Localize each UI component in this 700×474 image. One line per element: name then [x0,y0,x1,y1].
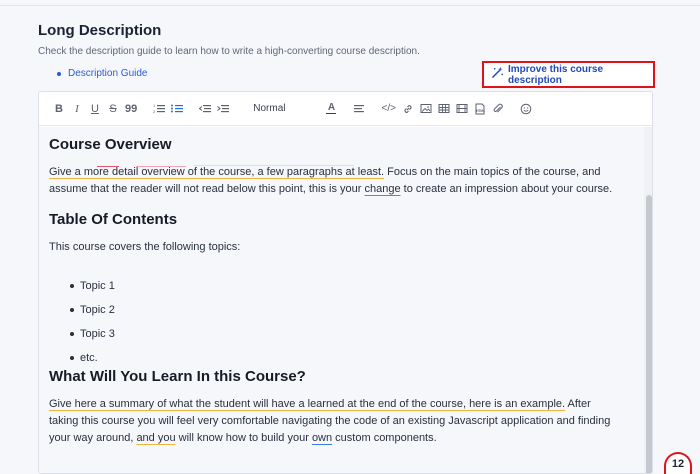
description-guide-link[interactable]: Description Guide [57,68,147,79]
table-icon[interactable] [438,100,450,118]
heading-what-you-learn: What Will You Learn In this Course? [49,368,306,385]
section-title: Long Description [38,22,162,39]
underline-button[interactable]: U [89,100,101,118]
list-item: etc. [70,346,115,370]
paragraph-toc: This course covers the following topics: [49,241,241,253]
svg-text:HTML: HTML [476,109,485,113]
paragraph-what-you-learn: Give here a summary of what the student … [49,398,611,444]
html-embed-icon[interactable]: HTML [474,100,486,118]
emoji-icon[interactable] [520,100,532,118]
outdent-button[interactable] [199,100,212,118]
rich-text-editor[interactable]: B I U S 99 12 Normal A </> HTML Course O… [38,91,653,474]
improve-description-label: Improve this course description [508,63,604,86]
notification-badge[interactable]: 12 [664,452,692,474]
bold-button[interactable]: B [53,100,65,118]
bullet-list-button[interactable] [171,100,184,118]
notification-count: 12 [671,458,685,470]
text-color-button[interactable]: A [325,100,337,118]
blockquote-button[interactable]: 99 [125,100,137,118]
editor-content[interactable]: Course Overview Give a more detail overv… [39,127,644,473]
ordered-list-button[interactable]: 12 [153,100,166,118]
heading-course-overview: Course Overview [49,136,172,153]
paragraph-course-overview: Give a more detail overview of the cours… [49,166,613,195]
align-button[interactable] [353,100,365,118]
video-icon[interactable] [456,100,468,118]
code-button[interactable]: </> [381,100,395,118]
svg-text:1: 1 [153,103,156,108]
indent-button[interactable] [217,100,230,118]
editor-scrollbar[interactable] [644,127,652,473]
clipped-text-remnant [94,156,354,167]
description-guide-label: Description Guide [68,68,148,79]
image-icon[interactable] [420,100,432,118]
list-item: Topic 3 [70,322,115,346]
list-item: Topic 2 [70,298,115,322]
italic-button[interactable]: I [71,100,83,118]
topics-list: Topic 1 Topic 2 Topic 3 etc. [70,274,115,370]
heading-table-of-contents: Table Of Contents [49,211,178,228]
strikethrough-button[interactable]: S [107,100,119,118]
list-item: Topic 1 [70,274,115,298]
section-subtitle: Check the description guide to learn how… [38,46,420,57]
svg-text:2: 2 [153,109,156,114]
editor-toolbar: B I U S 99 12 Normal A </> HTML [39,92,652,126]
attachment-icon[interactable] [492,100,504,118]
top-divider [0,5,700,6]
magic-wand-icon [491,66,504,84]
scrollbar-thumb[interactable] [646,195,652,473]
improve-description-button[interactable]: Improve this course description [482,61,655,88]
link-icon[interactable] [402,100,414,118]
text-format-select[interactable]: Normal [253,103,285,114]
bullet-icon [57,71,61,76]
